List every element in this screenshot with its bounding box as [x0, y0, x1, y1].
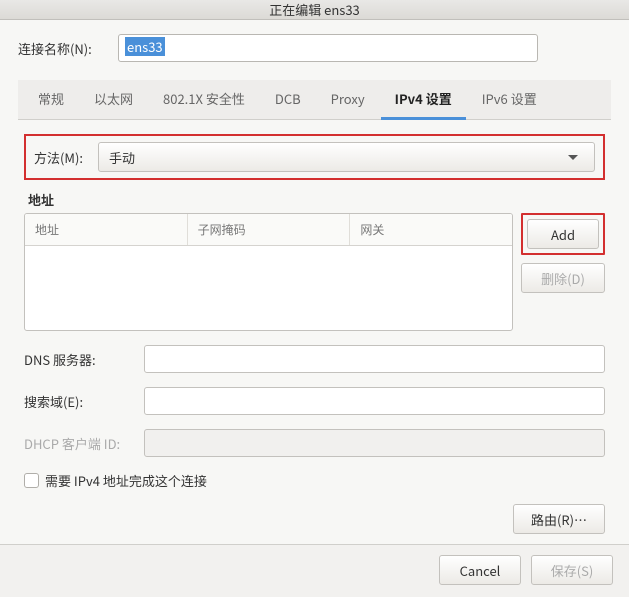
chevron-down-icon	[568, 155, 578, 160]
method-label: 方法(M):	[34, 148, 98, 167]
routes-row: 路由(R)…	[24, 504, 605, 534]
cancel-button[interactable]: Cancel	[439, 555, 521, 585]
dns-row: DNS 服务器:	[24, 345, 605, 373]
dialog-footer: Cancel 保存(S)	[0, 544, 629, 597]
addresses-buttons: Add 删除(D)	[521, 213, 605, 331]
dhcp-client-row: DHCP 客户端 ID:	[24, 429, 605, 457]
connection-name-input[interactable]: ens33	[118, 34, 538, 62]
addresses-table-header: 地址 子网掩码 网关	[25, 214, 512, 246]
tab-bar: 常规 以太网 802.1X 安全性 DCB Proxy IPv4 设置 IPv6…	[18, 80, 611, 120]
window-title: 正在编辑 ens33	[269, 0, 360, 19]
search-domain-label: 搜索域(E):	[24, 392, 144, 411]
addresses-table[interactable]: 地址 子网掩码 网关	[24, 213, 513, 331]
connection-name-label: 连接名称(N):	[18, 39, 118, 58]
tab-ipv4[interactable]: IPv4 设置	[381, 80, 466, 120]
save-button[interactable]: 保存(S)	[531, 555, 613, 585]
tab-proxy[interactable]: Proxy	[317, 80, 379, 120]
require-ipv4-checkbox[interactable]	[24, 473, 39, 488]
add-address-button[interactable]: Add	[527, 219, 599, 249]
window-body: 连接名称(N): ens33 常规 以太网 802.1X 安全性 DCB Pro…	[0, 20, 629, 534]
search-domain-row: 搜索域(E):	[24, 387, 605, 415]
dhcp-client-input	[144, 429, 605, 457]
addresses-section-label: 地址	[28, 190, 605, 209]
col-header-address: 地址	[25, 214, 188, 245]
tab-general[interactable]: 常规	[24, 80, 78, 120]
dns-input[interactable]	[144, 345, 605, 373]
add-button-highlight: Add	[521, 213, 605, 255]
tab-content-ipv4: 方法(M): 手动 地址 地址 子网掩码 网关 Add	[18, 120, 611, 534]
method-value: 手动	[109, 148, 135, 167]
network-editor-window: 正在编辑 ens33 连接名称(N): ens33 常规 以太网 802.1X …	[0, 0, 629, 582]
col-header-netmask: 子网掩码	[188, 214, 351, 245]
addresses-area: 地址 子网掩码 网关 Add 删除(D)	[24, 213, 605, 331]
tab-8021x[interactable]: 802.1X 安全性	[149, 80, 259, 120]
method-row-highlight: 方法(M): 手动	[24, 134, 605, 180]
tab-dcb[interactable]: DCB	[261, 80, 315, 120]
dhcp-client-label: DHCP 客户端 ID:	[24, 434, 144, 453]
tab-ethernet[interactable]: 以太网	[80, 80, 147, 120]
require-ipv4-label: 需要 IPv4 地址完成这个连接	[45, 471, 207, 490]
connection-name-value: ens33	[125, 37, 165, 56]
connection-name-row: 连接名称(N): ens33	[18, 34, 611, 62]
require-ipv4-row: 需要 IPv4 地址完成这个连接	[24, 471, 605, 490]
routes-button[interactable]: 路由(R)…	[513, 504, 605, 534]
window-titlebar: 正在编辑 ens33	[0, 0, 629, 20]
col-header-gateway: 网关	[350, 214, 512, 245]
tab-ipv6[interactable]: IPv6 设置	[468, 80, 551, 120]
dns-label: DNS 服务器:	[24, 350, 144, 369]
method-select[interactable]: 手动	[98, 142, 595, 172]
delete-address-button[interactable]: 删除(D)	[521, 263, 605, 293]
search-domain-input[interactable]	[144, 387, 605, 415]
